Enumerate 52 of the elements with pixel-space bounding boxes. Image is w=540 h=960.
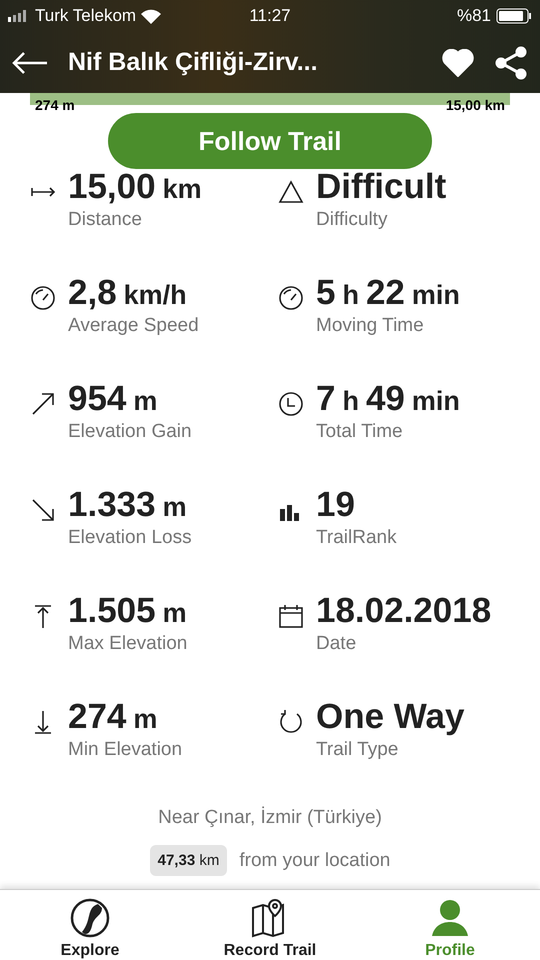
tab-bar-item[interactable]: Profile xyxy=(360,890,540,960)
battery-icon xyxy=(496,8,532,24)
back-arrow-icon[interactable] xyxy=(12,50,48,74)
stat-value: Difficult xyxy=(316,167,446,207)
gauge-icon xyxy=(30,285,56,311)
stat-value: 19 xyxy=(316,485,356,525)
stat-label: Date xyxy=(316,633,358,655)
wifi-icon xyxy=(141,8,162,24)
stat-value: 18.02.2018 xyxy=(316,591,492,631)
status-time: 11:27 xyxy=(249,6,291,26)
stat-label: Total Time xyxy=(316,421,404,443)
person-icon xyxy=(430,898,470,938)
location-text: Near Çınar, İzmir (Türkiye) xyxy=(158,807,382,829)
distance-chip: 47,33 km xyxy=(150,845,228,876)
stat-value: 5 h 22 min xyxy=(316,273,460,313)
triangle-icon xyxy=(278,179,304,205)
circular-arrow-icon xyxy=(278,709,304,735)
explore-icon xyxy=(70,898,110,938)
calendar-icon xyxy=(278,603,304,629)
share-icon[interactable] xyxy=(494,46,528,80)
stat-label: Moving Time xyxy=(316,315,425,337)
stat-label: Elevation Loss xyxy=(68,527,192,549)
stat-label: Min Elevation xyxy=(68,739,182,761)
follow-trail-button[interactable]: Follow Trail xyxy=(108,113,432,169)
carrier-name: Turk Telekom xyxy=(35,6,136,26)
gauge-icon xyxy=(278,285,304,311)
stat-value: 1.333 m xyxy=(68,485,188,525)
elevation-end-label: 15,00 km xyxy=(446,97,505,113)
stat-label: Elevation Gain xyxy=(68,421,192,443)
stat-label: TrailRank xyxy=(316,527,397,549)
clock-icon xyxy=(278,391,304,417)
stat-label: Average Speed xyxy=(68,315,199,337)
battery-percent: %81 xyxy=(456,6,491,26)
stat-value: 15,00 km xyxy=(68,167,202,207)
stat-value: 954 m xyxy=(68,379,158,419)
stat-value: 7 h 49 min xyxy=(316,379,460,419)
distance-note: from your location xyxy=(239,850,390,872)
elevation-start-label: 274 m xyxy=(35,97,75,113)
heart-icon[interactable] xyxy=(442,48,474,76)
trail-title: Nif Balık Çifliği-Zirv... xyxy=(68,48,319,77)
stat-value: One Way xyxy=(316,697,464,737)
stat-value: 274 m xyxy=(68,697,158,737)
stat-value: 2,8 km/h xyxy=(68,273,188,313)
tab-bar-item[interactable]: Explore xyxy=(0,890,180,960)
stat-label: Trail Type xyxy=(316,739,400,761)
stat-label: Difficulty xyxy=(316,209,388,231)
arrow-up-right-icon xyxy=(30,391,56,417)
tab-bar-item[interactable]: Record Trail xyxy=(180,890,360,960)
arrow-down-right-icon xyxy=(30,497,56,523)
stat-label: Max Elevation xyxy=(68,633,188,655)
stat-value: 1.505 m xyxy=(68,591,188,631)
stat-label: Distance xyxy=(68,209,143,231)
